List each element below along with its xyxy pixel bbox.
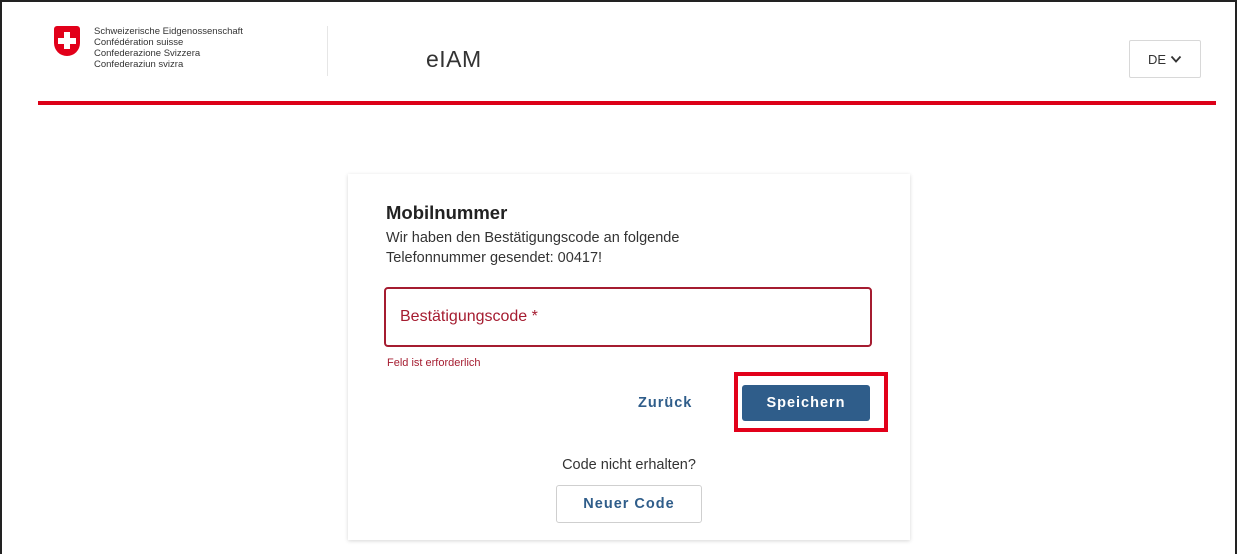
- code-not-received-text: Code nicht erhalten?: [562, 457, 696, 473]
- verification-code-input[interactable]: [386, 289, 870, 345]
- header-accent-rule: [38, 101, 1216, 105]
- confederation-name-rm: Confederaziun svizra: [94, 59, 184, 70]
- confederation-name-de: Schweizerische Eidgenossenschaft: [94, 26, 243, 37]
- back-button[interactable]: Zurück: [638, 395, 692, 411]
- save-button[interactable]: Speichern: [742, 385, 870, 421]
- app-title: eIAM: [426, 46, 482, 72]
- language-selector[interactable]: DE: [1129, 40, 1201, 78]
- verification-card: Mobilnummer Wir haben den Bestätigungsco…: [348, 174, 910, 540]
- card-title: Mobilnummer: [386, 202, 508, 223]
- description-line-1: Wir haben den Bestätigungscode an folgen…: [386, 230, 680, 246]
- confederation-names: Schweizerische Eidgenossenschaft Confédé…: [94, 26, 259, 70]
- confederation-name-fr: Confédération suisse: [94, 37, 184, 48]
- swiss-cross-icon: [54, 26, 80, 56]
- confederation-name-it: Confederazione Svizzera: [94, 48, 201, 59]
- language-label: DE: [1147, 51, 1167, 67]
- header-divider: [327, 26, 328, 76]
- new-code-button[interactable]: Neuer Code: [556, 485, 702, 523]
- federal-logo: Schweizerische Eidgenossenschaft Confédé…: [54, 26, 259, 70]
- description-line-2: Telefonnummer gesendet: 00417!: [386, 250, 603, 266]
- header: Schweizerische Eidgenossenschaft Confédé…: [2, 2, 1235, 105]
- field-error-message: Feld ist erforderlich: [387, 357, 481, 369]
- verification-code-field: [384, 287, 872, 347]
- chevron-down-icon: [1170, 55, 1182, 63]
- card-description: Wir haben den Bestätigungscode an folgen…: [386, 228, 856, 268]
